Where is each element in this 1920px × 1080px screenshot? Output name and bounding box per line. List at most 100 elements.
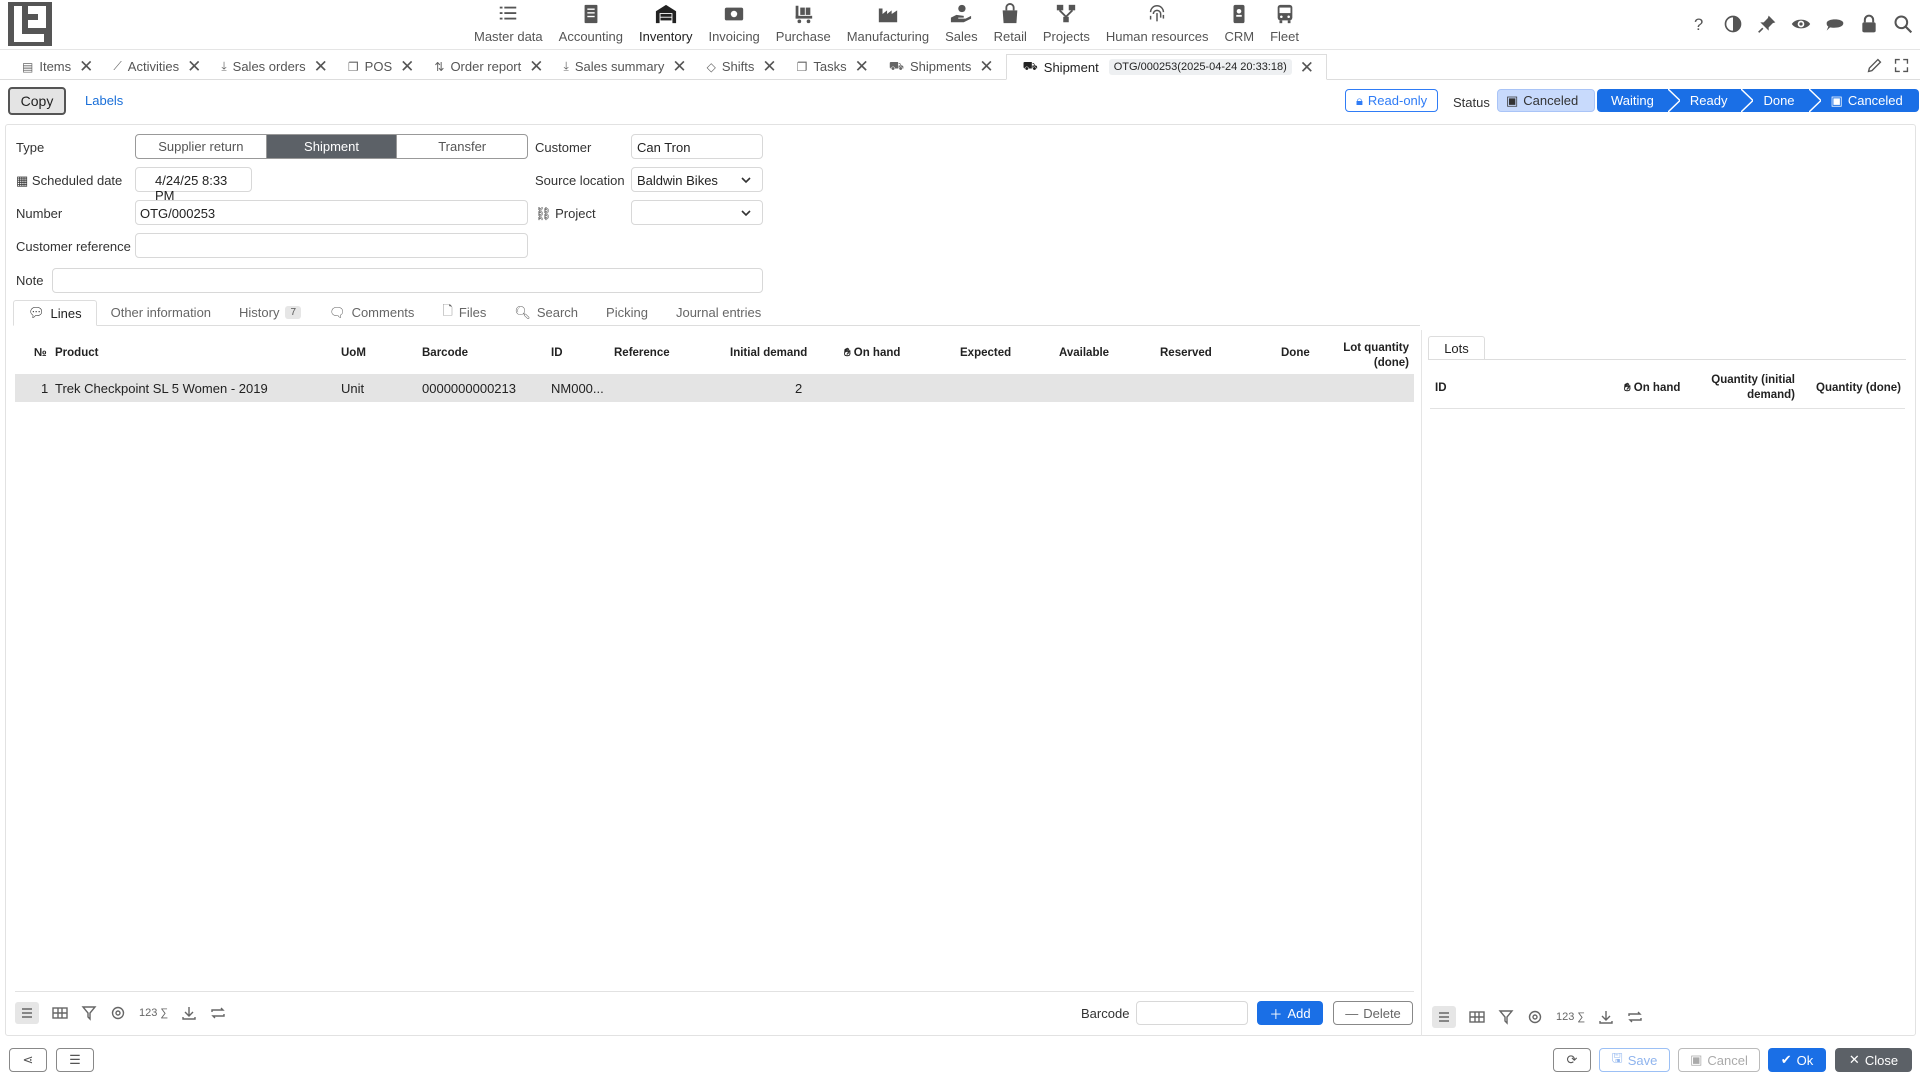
- lock-icon[interactable]: [1858, 13, 1880, 35]
- module-inventory[interactable]: Inventory: [631, 0, 700, 50]
- edit-icon[interactable]: [1866, 57, 1883, 74]
- tab-lines[interactable]: 💬︎ Lines: [13, 300, 97, 326]
- search-icon[interactable]: [1892, 13, 1914, 35]
- close-icon[interactable]: ✕: [1300, 59, 1314, 76]
- module-master-data[interactable]: Master data: [466, 0, 551, 50]
- module-manufacturing[interactable]: Manufacturing: [839, 0, 937, 50]
- tab-files[interactable]: 🗋︎ Files: [428, 300, 500, 325]
- tab-other-information[interactable]: Other information: [97, 300, 225, 325]
- sliders-icon[interactable]: ☰: [56, 1048, 94, 1072]
- share-icon[interactable]: ⋖: [9, 1048, 47, 1072]
- table-row[interactable]: 1 Trek Checkpoint SL 5 Women - 2019 Unit…: [15, 374, 1414, 402]
- download-icon[interactable]: [1598, 1009, 1614, 1025]
- list-view-icon[interactable]: [1432, 1006, 1456, 1028]
- col-done[interactable]: Done: [1281, 347, 1310, 359]
- module-accounting[interactable]: Accounting: [551, 0, 631, 50]
- col-uom[interactable]: UoM: [341, 347, 366, 359]
- module-invoicing[interactable]: Invoicing: [700, 0, 767, 50]
- lots-col-quantity-initial[interactable]: Quantity (initial demand): [1700, 373, 1795, 403]
- tab-order-report[interactable]: ⇅ Order report ✕: [426, 54, 555, 79]
- filter-icon[interactable]: [81, 1005, 97, 1021]
- settings-icon[interactable]: [110, 1005, 126, 1021]
- close-icon[interactable]: ✕: [672, 58, 686, 75]
- col-product[interactable]: Product: [55, 347, 98, 359]
- module-fleet[interactable]: Fleet: [1262, 0, 1307, 50]
- theme-toggle-icon[interactable]: [1722, 13, 1744, 35]
- module-retail[interactable]: Retail: [986, 0, 1035, 50]
- close-icon[interactable]: ✕: [187, 58, 201, 75]
- number-field[interactable]: OTG/000253: [135, 200, 528, 225]
- tab-lots[interactable]: Lots: [1428, 336, 1485, 360]
- col-available[interactable]: Available: [1059, 347, 1109, 359]
- source-location-select[interactable]: Baldwin Bikes: [631, 167, 763, 192]
- tab-journal-entries[interactable]: Journal entries: [662, 300, 775, 325]
- col-lot-quantity[interactable]: Lot quantity (done): [1340, 341, 1409, 371]
- tab-search[interactable]: 🔍︎ Search: [500, 300, 592, 325]
- labels-link[interactable]: Labels: [85, 93, 123, 108]
- settings-icon[interactable]: [1527, 1009, 1543, 1025]
- module-sales[interactable]: Sales: [937, 0, 986, 50]
- close-icon[interactable]: ✕: [400, 58, 414, 75]
- eye-icon[interactable]: [1790, 13, 1812, 35]
- tab-shifts[interactable]: ◇ Shifts ✕: [699, 54, 789, 79]
- lots-col-quantity-done[interactable]: Quantity (done): [1815, 381, 1901, 396]
- col-id[interactable]: ID: [551, 347, 563, 359]
- pin-icon[interactable]: [1756, 13, 1778, 35]
- save-button[interactable]: 🖫︎ Save: [1599, 1048, 1670, 1072]
- list-view-icon[interactable]: [15, 1002, 39, 1024]
- tab-history[interactable]: History 7: [225, 300, 315, 325]
- step-ready[interactable]: Ready: [1673, 89, 1754, 112]
- refresh-icon[interactable]: [210, 1005, 226, 1021]
- module-human-resources[interactable]: Human resources: [1098, 0, 1217, 50]
- ok-button[interactable]: ✔ Ok: [1768, 1048, 1826, 1072]
- tab-comments[interactable]: 🗨︎ Comments: [315, 300, 428, 325]
- tab-sales-summary[interactable]: ⤓ Sales summary ✕: [556, 54, 699, 79]
- col-reserved[interactable]: Reserved: [1160, 347, 1212, 359]
- step-canceled[interactable]: ▣ Canceled: [1814, 89, 1919, 112]
- col-reference[interactable]: Reference: [614, 347, 670, 359]
- tab-shipment[interactable]: ⛟ Shipment OTG/000253(2025-04-24 20:33:18)…: [1005, 54, 1328, 80]
- close-icon[interactable]: ✕: [529, 58, 543, 75]
- copy-button[interactable]: Copy: [8, 87, 66, 115]
- delete-button[interactable]: — Delete: [1333, 1001, 1413, 1025]
- tab-tasks[interactable]: ❐ Tasks ✕: [789, 54, 881, 79]
- close-icon[interactable]: ✕: [314, 58, 328, 75]
- step-done[interactable]: Done: [1747, 89, 1821, 112]
- col-number[interactable]: №: [34, 347, 47, 359]
- close-icon[interactable]: ✕: [762, 58, 776, 75]
- customer-reference-field[interactable]: [135, 233, 528, 258]
- close-icon[interactable]: ✕: [979, 58, 993, 75]
- col-barcode[interactable]: Barcode: [422, 347, 468, 359]
- download-icon[interactable]: [181, 1005, 197, 1021]
- numeric-summary-icon[interactable]: 123 ∑: [1556, 1011, 1585, 1023]
- help-icon[interactable]: ?: [1688, 13, 1710, 35]
- app-logo[interactable]: [8, 2, 52, 46]
- cancel-button[interactable]: ▣ Cancel: [1678, 1048, 1760, 1072]
- reload-icon[interactable]: ⟳: [1553, 1048, 1591, 1072]
- tab-items[interactable]: ▤ Items ✕: [14, 54, 105, 79]
- expand-icon[interactable]: [1893, 57, 1910, 74]
- lots-col-on-hand[interactable]: ✋︎ On hand: [1624, 381, 1680, 396]
- tab-picking[interactable]: Picking: [592, 300, 662, 325]
- type-supplier-return[interactable]: Supplier return: [136, 135, 267, 158]
- read-only-button[interactable]: 🔒︎ Read-only: [1345, 89, 1439, 112]
- note-field[interactable]: [52, 268, 763, 293]
- module-purchase[interactable]: Purchase: [768, 0, 839, 50]
- close-icon[interactable]: ✕: [855, 58, 869, 75]
- tab-activities[interactable]: ⟋ Activities ✕: [105, 54, 213, 79]
- tab-shipments[interactable]: ⛟ Shipments ✕: [881, 54, 1006, 79]
- type-transfer[interactable]: Transfer: [397, 135, 527, 158]
- close-button[interactable]: ✕ Close: [1835, 1048, 1912, 1072]
- chat-icon[interactable]: [1824, 13, 1846, 35]
- module-projects[interactable]: Projects: [1035, 0, 1098, 50]
- customer-field[interactable]: Can Tron: [631, 134, 763, 159]
- lots-col-id[interactable]: ID: [1435, 381, 1447, 396]
- numeric-summary-icon[interactable]: 123 ∑: [139, 1007, 168, 1019]
- col-on-hand[interactable]: ✋︎ On hand: [844, 347, 900, 360]
- module-crm[interactable]: CRM: [1216, 0, 1262, 50]
- project-select[interactable]: [631, 200, 763, 225]
- close-icon[interactable]: ✕: [79, 58, 93, 75]
- step-waiting[interactable]: Waiting: [1597, 89, 1680, 112]
- add-button[interactable]: ＋ Add: [1257, 1001, 1323, 1025]
- grid-view-icon[interactable]: [1469, 1009, 1485, 1025]
